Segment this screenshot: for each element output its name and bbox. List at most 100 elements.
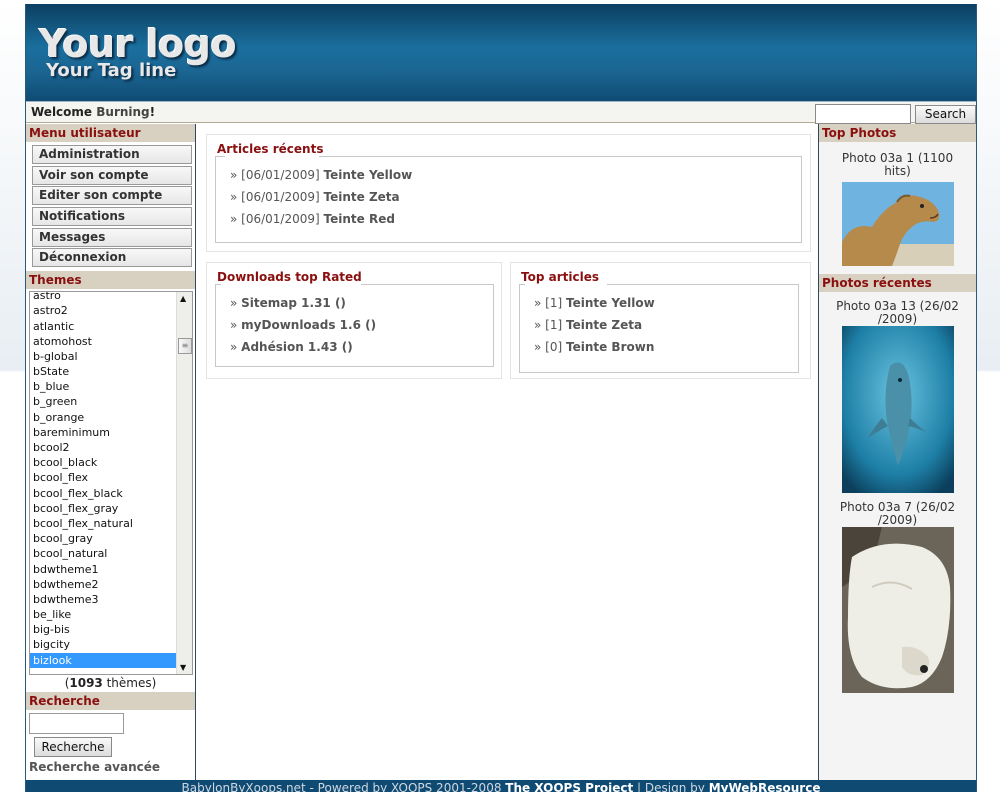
dolphin-photo[interactable] <box>841 326 954 493</box>
sidebar-search-input[interactable] <box>29 713 124 735</box>
theme-option[interactable]: b-global <box>30 349 179 364</box>
download-link[interactable]: myDownloads 1.6 () <box>241 318 376 332</box>
theme-option[interactable]: bdwtheme3 <box>30 592 179 607</box>
download-link[interactable]: Adhésion 1.43 () <box>241 340 353 354</box>
theme-option[interactable]: bcool_flex_black <box>30 486 179 501</box>
welcome-message: Welcome Burning! <box>31 105 155 119</box>
theme-option[interactable]: bigcity <box>30 637 179 652</box>
top-photos-title: Top Photos <box>819 124 976 142</box>
photo-caption-line1: Photo 03a 7 (26/02 <box>839 500 956 514</box>
theme-option[interactable]: bdwtheme1 <box>30 562 179 577</box>
footer-text: BabylonByXoops.net - Powered by XOOPS 20… <box>181 781 506 792</box>
scroll-up-arrow-icon[interactable]: ▲ <box>180 294 186 303</box>
left-column: Menu utilisateur Administration Voir son… <box>26 124 196 780</box>
list-item[interactable]: » [06/01/2009] Teinte Red <box>230 212 395 226</box>
photo-caption[interactable]: Photo 03a 13 (26/02/2009) <box>819 300 976 326</box>
theme-option[interactable]: bState <box>30 364 179 379</box>
recent-articles-block: Articles récents » [06/01/2009] Teinte Y… <box>206 134 811 252</box>
recent-articles-title: Articles récents <box>217 142 324 156</box>
article-date: [06/01/2009] <box>241 168 320 182</box>
theme-option[interactable]: astro2 <box>30 303 179 318</box>
list-item[interactable]: » myDownloads 1.6 () <box>230 318 376 332</box>
footer-separator: | Design by <box>633 781 709 792</box>
xoops-project-link[interactable]: The XOOPS Project <box>505 781 633 792</box>
page: Your logo Your Tag line Welcome Burning!… <box>25 4 977 792</box>
article-title[interactable]: Teinte Zeta <box>324 190 400 204</box>
theme-option[interactable]: bcool_flex <box>30 470 179 485</box>
advanced-search-link[interactable]: Recherche avancée <box>29 760 195 774</box>
user-menu: Administration Voir son compte Editer so… <box>26 142 195 271</box>
theme-count-number: 1093 <box>69 676 103 691</box>
menu-item-view-account[interactable]: Voir son compte <box>32 165 192 185</box>
article-title[interactable]: Teinte Zeta <box>566 318 642 332</box>
theme-option[interactable]: bcool_black <box>30 455 179 470</box>
themes-title: Themes <box>26 271 195 290</box>
download-link[interactable]: Sitemap 1.31 () <box>241 296 346 310</box>
box-border-right-segment <box>607 284 799 285</box>
list-item[interactable]: » Adhésion 1.43 () <box>230 340 353 354</box>
theme-option[interactable]: bcool_flex_gray <box>30 501 179 516</box>
header-search-button[interactable]: Search <box>915 105 976 124</box>
theme-option[interactable]: be_like <box>30 607 179 622</box>
theme-option[interactable]: bcool_flex_natural <box>30 516 179 531</box>
article-date: [06/01/2009] <box>241 190 320 204</box>
theme-option[interactable]: bcool_natural <box>30 546 179 561</box>
menu-item-edit-account[interactable]: Editer son compte <box>32 186 192 206</box>
box-border-right-segment <box>319 156 802 157</box>
theme-option[interactable]: atlantic <box>30 319 179 334</box>
list-item[interactable]: » [06/01/2009] Teinte Yellow <box>230 168 412 182</box>
list-item[interactable]: » [1] Teinte Yellow <box>534 296 655 310</box>
search-block-title: Recherche <box>26 692 195 711</box>
polar-bear-photo[interactable] <box>841 527 954 693</box>
list-item[interactable]: » [0] Teinte Brown <box>534 340 654 354</box>
theme-option[interactable]: astro <box>30 292 179 303</box>
menu-item-messages[interactable]: Messages <box>32 227 192 247</box>
welcome-bar: Welcome Burning! Search <box>26 101 976 124</box>
designer-link[interactable]: MyWebResource <box>709 781 821 792</box>
theme-option[interactable]: bcool_gray <box>30 531 179 546</box>
list-item[interactable]: » [1] Teinte Zeta <box>534 318 642 332</box>
photo-caption-line2: /2009) <box>877 513 918 527</box>
article-rank: [1] <box>545 296 563 310</box>
theme-option[interactable]: bareminimum <box>30 425 179 440</box>
list-item[interactable]: » [06/01/2009] Teinte Zeta <box>230 190 400 204</box>
scroll-down-arrow-icon[interactable]: ▼ <box>180 663 186 672</box>
article-rank: [1] <box>545 318 563 332</box>
photo-caption[interactable]: Photo 03a 7 (26/02/2009) <box>819 501 976 527</box>
theme-option[interactable]: b_blue <box>30 379 179 394</box>
theme-option[interactable]: b_orange <box>30 410 179 425</box>
theme-count: (1093 thèmes) <box>64 676 157 691</box>
photo-caption-line1: Photo 03a 1 (1100 <box>841 151 954 165</box>
theme-option[interactable]: bizlook <box>30 652 179 668</box>
top-articles-block: Top articles » [1] Teinte Yellow » [1] T… <box>510 262 811 379</box>
photo-caption-line1: Photo 03a 13 (26/02 <box>836 299 959 313</box>
menu-item-logout[interactable]: Déconnexion <box>32 248 192 268</box>
theme-select-list[interactable]: astro astro2 atlantic atomohost b-global bSta… <box>29 291 193 676</box>
article-title[interactable]: Teinte Brown <box>566 340 654 354</box>
scroll-thumb[interactable]: ≡ <box>178 338 192 355</box>
header-search-input[interactable] <box>815 104 911 124</box>
welcome-username[interactable]: Burning <box>96 105 149 119</box>
site-footer: BabylonByXoops.net - Powered by XOOPS 20… <box>26 780 976 792</box>
theme-option[interactable]: bcool2 <box>30 440 179 455</box>
article-title[interactable]: Teinte Yellow <box>324 168 413 182</box>
welcome-prefix: Welcome <box>31 105 97 119</box>
box-border-right-segment <box>361 284 494 285</box>
theme-option[interactable]: atomohost <box>30 334 179 349</box>
theme-list-scrollbar[interactable]: ▲ ≡ ▼ <box>176 292 192 675</box>
menu-item-administration[interactable]: Administration <box>32 145 192 164</box>
theme-option[interactable]: big-bis <box>30 622 179 637</box>
theme-option[interactable]: b_green <box>30 394 179 409</box>
list-item[interactable]: » Sitemap 1.31 () <box>230 296 346 310</box>
camel-photo[interactable] <box>841 182 954 266</box>
article-title[interactable]: Teinte Red <box>324 212 395 226</box>
right-column: Top Photos Photo 03a 1 (1100 hits) Photos… <box>818 124 976 780</box>
photo-caption-line2: /2009) <box>877 312 918 326</box>
theme-option[interactable]: bdwtheme2 <box>30 577 179 592</box>
recent-photos-title: Photos récentes <box>819 274 976 292</box>
menu-item-notifications[interactable]: Notifications <box>32 207 192 227</box>
photo-caption[interactable]: Photo 03a 1 (1100 hits) <box>819 152 976 178</box>
article-title[interactable]: Teinte Yellow <box>566 296 655 310</box>
sidebar-search-button[interactable]: Recherche <box>34 737 112 758</box>
box-border-left-segment <box>215 156 225 157</box>
